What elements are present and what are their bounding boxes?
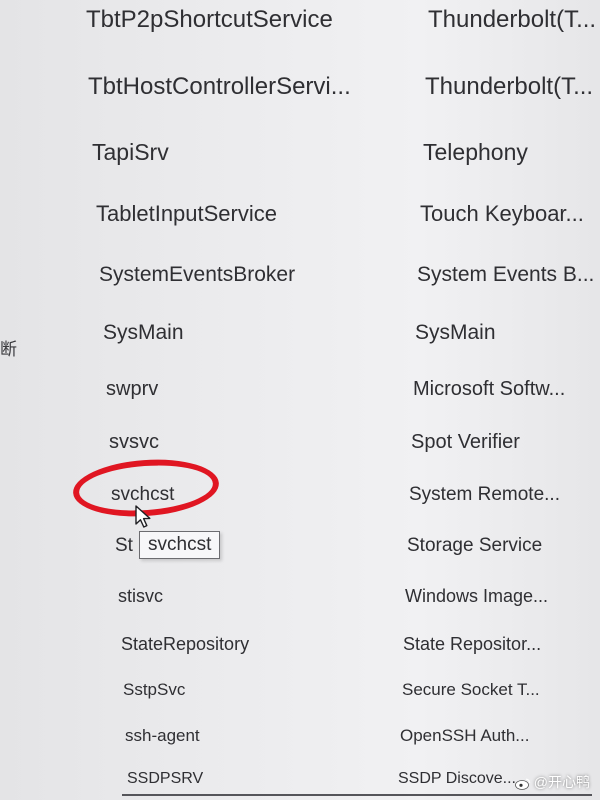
service-name: SysMain: [103, 321, 184, 344]
watermark-text: @开心鸭: [533, 774, 590, 790]
service-row[interactable]: TbtP2pShortcutService Thunderbolt(T...: [0, 3, 600, 37]
service-name: St: [115, 535, 133, 556]
service-display-name: Storage Service: [407, 535, 543, 556]
service-name: TabletInputService: [96, 201, 277, 226]
service-display-name: Touch Keyboar...: [420, 201, 584, 226]
service-name: TapiSrv: [92, 139, 169, 165]
service-row[interactable]: svchcst System Remote...: [0, 478, 600, 512]
service-display-name: Spot Verifier: [411, 431, 520, 453]
watermark: @开心鸭: [514, 772, 590, 792]
service-name: TbtP2pShortcutService: [86, 6, 333, 33]
service-display-name: SSDP Discove...: [398, 770, 516, 787]
service-display-name: Telephony: [423, 139, 528, 165]
service-display-name: Windows Image...: [405, 586, 549, 606]
service-display-name: OpenSSH Auth...: [400, 726, 530, 745]
service-row[interactable]: swprv Microsoft Softw...: [0, 372, 600, 406]
service-name: stisvc: [118, 586, 163, 606]
service-row[interactable]: ssh-agent OpenSSH Auth...: [0, 719, 600, 753]
service-name: svsvc: [109, 431, 159, 453]
service-display-name: Thunderbolt(T...: [425, 73, 594, 100]
services-list-screen: 断 TbtP2pShortcutService Thunderbolt(T...…: [0, 0, 600, 800]
service-display-name: System Events B...: [417, 263, 595, 286]
service-row[interactable]: SysMain SysMain: [0, 316, 600, 350]
service-display-name: Thunderbolt(T...: [428, 6, 597, 33]
service-row[interactable]: SSDPSRV SSDP Discove...: [0, 762, 600, 796]
service-name: SystemEventsBroker: [99, 263, 296, 286]
service-row[interactable]: SstpSvc Secure Socket T...: [0, 673, 600, 707]
service-display-name: Microsoft Softw...: [413, 378, 566, 400]
service-row[interactable]: stisvc Windows Image...: [0, 579, 600, 613]
service-row[interactable]: SystemEventsBroker System Events B...: [0, 258, 600, 292]
mouse-pointer-icon: [135, 505, 151, 528]
service-name: ssh-agent: [125, 726, 200, 745]
weibo-icon: [514, 778, 530, 790]
service-display-name: SysMain: [415, 321, 496, 344]
service-row[interactable]: TapiSrv Telephony: [0, 135, 600, 169]
service-row[interactable]: TbtHostControllerServi... Thunderbolt(T.…: [0, 70, 600, 104]
service-row[interactable]: StateRepository State Repositor...: [0, 627, 600, 661]
service-row[interactable]: St Storage Service: [0, 529, 600, 563]
service-display-name: Secure Socket T...: [402, 680, 540, 699]
tooltip: svchcst: [139, 531, 221, 559]
service-display-name: System Remote...: [409, 484, 560, 505]
service-display-name: State Repositor...: [403, 634, 542, 654]
service-name: StateRepository: [121, 634, 250, 654]
service-name: TbtHostControllerServi...: [88, 73, 351, 100]
service-row[interactable]: TabletInputService Touch Keyboar...: [0, 197, 600, 231]
list-bottom-border: [122, 794, 592, 796]
service-row[interactable]: svsvc Spot Verifier: [0, 425, 600, 459]
service-name: SSDPSRV: [127, 770, 204, 787]
services-list: TbtP2pShortcutService Thunderbolt(T... T…: [0, 0, 600, 800]
service-name: SstpSvc: [123, 680, 186, 699]
service-name: swprv: [106, 378, 159, 400]
